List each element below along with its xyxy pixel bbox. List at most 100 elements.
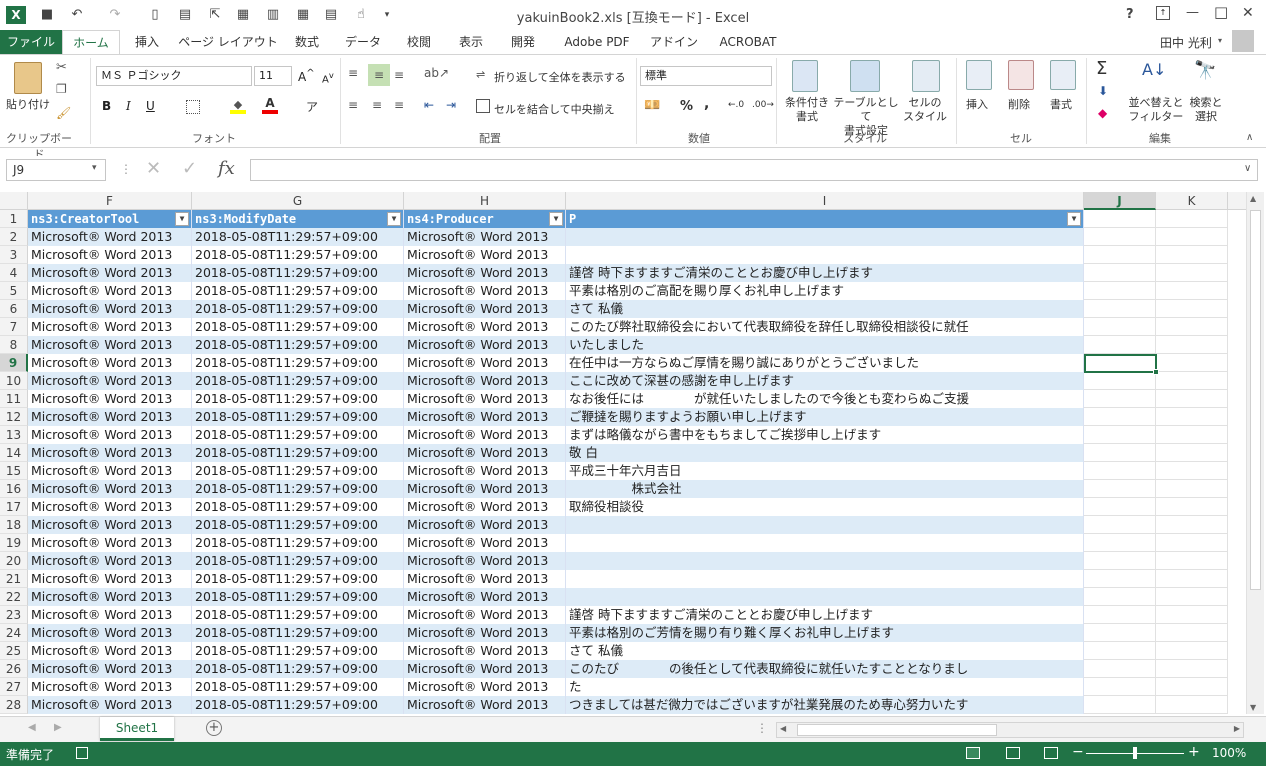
cell-j[interactable] <box>1084 408 1156 426</box>
cell-g[interactable]: 2018-05-08T11:29:57+09:00 <box>192 354 404 372</box>
cancel-formula-icon[interactable]: ✕ <box>146 158 161 179</box>
row-header[interactable]: 27 <box>0 678 28 696</box>
vertical-scroll-thumb[interactable] <box>1250 210 1261 590</box>
cell-g[interactable]: 2018-05-08T11:29:57+09:00 <box>192 552 404 570</box>
cell-j[interactable] <box>1084 318 1156 336</box>
cell-i[interactable]: 在任中は一方ならぬご厚情を賜り誠にありがとうございました <box>566 354 1084 372</box>
col-header-f[interactable]: F <box>28 192 192 210</box>
cell-j[interactable] <box>1084 282 1156 300</box>
cell-i[interactable]: さて 私儀 <box>566 642 1084 660</box>
row-header[interactable]: 21 <box>0 570 28 588</box>
merge-center-button[interactable]: セルを結合して中央揃え <box>494 101 615 117</box>
fill-icon[interactable]: ⬇ <box>1098 84 1108 98</box>
align-right-icon[interactable]: ≡ <box>394 98 404 112</box>
format-cells-icon[interactable] <box>1050 60 1076 90</box>
cell-i[interactable]: まずは略儀ながら書中をもちましてご挨拶申し上げます <box>566 426 1084 444</box>
cell-g[interactable]: 2018-05-08T11:29:57+09:00 <box>192 246 404 264</box>
cell-k[interactable] <box>1156 300 1228 318</box>
row-header[interactable]: 24 <box>0 624 28 642</box>
cell-k[interactable] <box>1156 336 1228 354</box>
row-header[interactable]: 12 <box>0 408 28 426</box>
increase-indent-icon[interactable]: ⇥ <box>446 98 456 112</box>
cell-f[interactable]: Microsoft® Word 2013 <box>28 552 192 570</box>
formula-input[interactable] <box>250 159 1258 181</box>
filter-dropdown-icon[interactable]: ▼ <box>175 212 189 226</box>
cell-g[interactable]: 2018-05-08T11:29:57+09:00 <box>192 516 404 534</box>
cell-h[interactable]: Microsoft® Word 2013 <box>404 354 566 372</box>
cell-g[interactable]: 2018-05-08T11:29:57+09:00 <box>192 462 404 480</box>
conditional-formatting-icon[interactable] <box>792 60 818 92</box>
insert-cells-button[interactable]: 挿入 <box>966 96 988 112</box>
cell-h[interactable]: Microsoft® Word 2013 <box>404 444 566 462</box>
cell-h[interactable]: Microsoft® Word 2013 <box>404 282 566 300</box>
macro-record-icon[interactable] <box>76 747 88 759</box>
comma-button[interactable]: , <box>704 96 709 112</box>
col-header-i[interactable]: I <box>566 192 1084 210</box>
cell-h[interactable]: Microsoft® Word 2013 <box>404 606 566 624</box>
cell-i[interactable]: 平成三十年六月吉日 <box>566 462 1084 480</box>
cell-f[interactable]: Microsoft® Word 2013 <box>28 426 192 444</box>
format-cells-button[interactable]: 書式 <box>1050 96 1072 112</box>
tab-data[interactable]: データ <box>336 30 390 54</box>
zoom-level[interactable]: 100% <box>1212 746 1246 760</box>
find-select-button[interactable]: 検索と 選択 <box>1186 96 1226 124</box>
cell-g[interactable]: 2018-05-08T11:29:57+09:00 <box>192 498 404 516</box>
cell-f[interactable]: Microsoft® Word 2013 <box>28 588 192 606</box>
cell-f[interactable]: Microsoft® Word 2013 <box>28 408 192 426</box>
tab-page-layout[interactable]: ページ レイアウト <box>178 30 278 54</box>
cell-j[interactable] <box>1084 624 1156 642</box>
cell-h[interactable]: Microsoft® Word 2013 <box>404 642 566 660</box>
cell-i[interactable]: 株式会社 <box>566 480 1084 498</box>
cell-h[interactable]: Microsoft® Word 2013 <box>404 408 566 426</box>
cell-h[interactable]: Microsoft® Word 2013 <box>404 336 566 354</box>
cell-i[interactable]: このたび の後任として代表取締役に就任いたすこととなりまし <box>566 660 1084 678</box>
cell-k[interactable] <box>1156 228 1228 246</box>
row-header[interactable]: 6 <box>0 300 28 318</box>
help-button[interactable]: ? <box>1126 7 1134 22</box>
cell-j[interactable] <box>1084 390 1156 408</box>
cell-k[interactable] <box>1156 660 1228 678</box>
cell-g[interactable]: 2018-05-08T11:29:57+09:00 <box>192 696 404 714</box>
scroll-up-icon[interactable]: ▲ <box>1250 194 1256 203</box>
cell-g[interactable]: 2018-05-08T11:29:57+09:00 <box>192 426 404 444</box>
cell-i[interactable] <box>566 552 1084 570</box>
page-layout-view-icon[interactable] <box>1006 747 1020 759</box>
tab-file[interactable]: ファイル <box>0 30 62 54</box>
row-header[interactable]: 17 <box>0 498 28 516</box>
decrease-decimal-icon[interactable]: .00→ <box>752 100 774 110</box>
normal-view-icon[interactable] <box>966 747 980 759</box>
tab-developer[interactable]: 開発 <box>502 30 544 54</box>
row-header[interactable]: 5 <box>0 282 28 300</box>
row-header[interactable]: 26 <box>0 660 28 678</box>
cell-g[interactable]: 2018-05-08T11:29:57+09:00 <box>192 228 404 246</box>
cell-h[interactable]: Microsoft® Word 2013 <box>404 516 566 534</box>
row-header[interactable]: 15 <box>0 462 28 480</box>
col-header-j[interactable]: J <box>1084 192 1156 210</box>
cell-h[interactable]: Microsoft® Word 2013 <box>404 390 566 408</box>
cell-f[interactable]: Microsoft® Word 2013 <box>28 534 192 552</box>
row-header[interactable]: 10 <box>0 372 28 390</box>
delete-cells-button[interactable]: 削除 <box>1008 96 1030 112</box>
select-all-corner[interactable] <box>0 192 28 210</box>
cell-f[interactable]: Microsoft® Word 2013 <box>28 642 192 660</box>
copy-icon[interactable]: ❐ <box>56 82 67 96</box>
user-chevron-icon[interactable]: ▾ <box>1218 36 1222 45</box>
add-sheet-icon[interactable]: + <box>206 720 222 736</box>
cell-j[interactable] <box>1084 426 1156 444</box>
cell-k[interactable] <box>1156 210 1228 228</box>
cell-f[interactable]: Microsoft® Word 2013 <box>28 696 192 714</box>
paste-icon[interactable] <box>14 62 42 94</box>
row-header[interactable]: 16 <box>0 480 28 498</box>
row-header[interactable]: 18 <box>0 516 28 534</box>
collapse-ribbon-icon[interactable]: ∧ <box>1246 132 1253 143</box>
row-header[interactable]: 3 <box>0 246 28 264</box>
cell-f[interactable]: Microsoft® Word 2013 <box>28 318 192 336</box>
cell-f[interactable]: Microsoft® Word 2013 <box>28 372 192 390</box>
font-name-combo[interactable]: ＭＳ Ｐゴシック <box>96 66 252 86</box>
cell-j[interactable] <box>1084 552 1156 570</box>
cell-g[interactable]: 2018-05-08T11:29:57+09:00 <box>192 408 404 426</box>
underline-button[interactable]: U <box>146 99 155 113</box>
cell-f[interactable]: Microsoft® Word 2013 <box>28 678 192 696</box>
cell-k[interactable] <box>1156 588 1228 606</box>
cell-h[interactable]: Microsoft® Word 2013 <box>404 426 566 444</box>
